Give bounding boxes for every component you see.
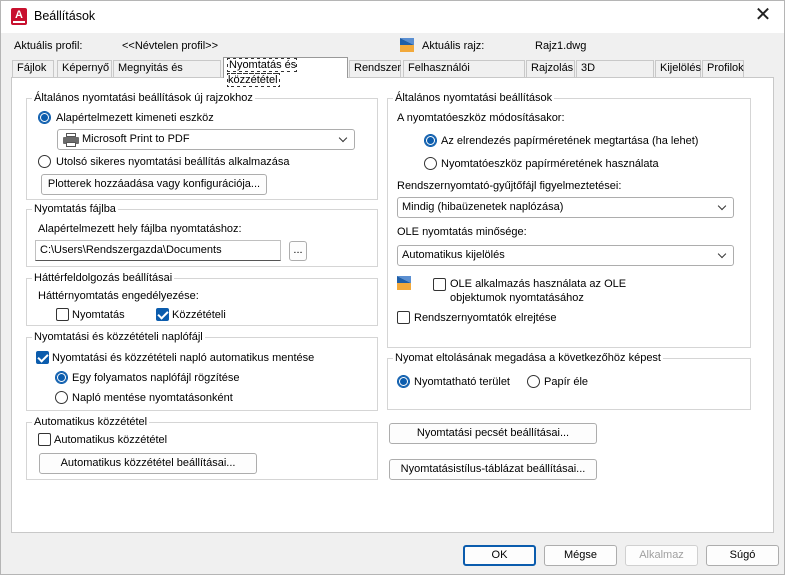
continuous-log-radio[interactable] xyxy=(55,371,68,384)
keep-layout-paper-radio[interactable] xyxy=(424,134,437,147)
use-device-paper-radio[interactable] xyxy=(424,157,437,170)
auto-publish-settings-button[interactable]: Automatikus közzététel beállításai... xyxy=(39,453,257,474)
current-profile-label: Aktuális profil: xyxy=(14,40,83,52)
last-successful-radio[interactable] xyxy=(38,155,51,168)
options-dialog: A Beállítások ✕ Aktuális profil: <<Névte… xyxy=(0,0,785,575)
group-plot-publish-log: Nyomtatási és közzétételi naplófájl Nyom… xyxy=(26,330,378,411)
group-title: Nyomat eltolásának megadása a következőh… xyxy=(393,351,663,365)
group-title: Automatikus közzététel xyxy=(32,415,150,429)
browse-button[interactable]: ... xyxy=(289,241,307,261)
chevron-down-icon xyxy=(718,246,728,265)
device-change-label: A nyomtatóeszköz módosításakor: xyxy=(397,112,565,124)
plot-file-location-input[interactable]: C:\Users\Rendszergazda\Documents xyxy=(35,240,281,261)
plot-style-table-settings-button[interactable]: Nyomtatásistílus-táblázat beállításai... xyxy=(389,459,597,480)
group-title: Nyomtatási és közzétételi naplófájl xyxy=(32,330,205,344)
tab-system[interactable]: Rendszer xyxy=(349,60,401,77)
spool-alert-value: Mindig (hibaüzenetek naplózása) xyxy=(402,201,564,213)
current-drawing-value: Rajz1.dwg xyxy=(535,40,587,52)
plot-publish-panel: Általános nyomtatási beállítások új rajz… xyxy=(11,77,774,533)
current-drawing-label: Aktuális rajz: xyxy=(422,40,485,52)
tab-selection[interactable]: Kijelölés xyxy=(655,60,701,77)
background-enable-label: Háttérnyomtatás engedélyezése: xyxy=(38,290,199,302)
ole-quality-value: Automatikus kijelölés xyxy=(402,249,505,261)
background-publish-checkbox[interactable] xyxy=(156,308,169,321)
group-general-plot-options: Általános nyomtatási beállítások A nyomt… xyxy=(387,91,751,348)
tab-profiles[interactable]: Profilok xyxy=(702,60,744,77)
auto-publish-label: Automatikus közzététel xyxy=(54,434,168,446)
background-publish-label: Közzétételi xyxy=(172,309,226,321)
plot-file-location-label: Alapértelmezett hely fájlba nyomtatáshoz… xyxy=(38,223,242,235)
tab-display[interactable]: Képernyő xyxy=(57,60,112,77)
window-title: Beállítások xyxy=(34,9,96,23)
tab-3d-modeling[interactable]: 3D modellezés xyxy=(576,60,654,89)
group-auto-publish: Automatikus közzététel Automatikus közzé… xyxy=(26,415,378,480)
default-output-label: Alapértelmezett kimeneti eszköz xyxy=(56,112,214,124)
tab-drafting[interactable]: Rajzolás xyxy=(526,60,575,77)
ole-app-icon xyxy=(397,276,411,290)
auto-save-log-label: Nyomtatási és közzétételi napló automati… xyxy=(52,352,315,364)
plot-stamp-settings-button[interactable]: Nyomtatási pecsét beállításai... xyxy=(389,423,597,444)
ok-button[interactable]: OK xyxy=(463,545,536,566)
group-new-drawing-plot-settings: Általános nyomtatási beállítások új rajz… xyxy=(26,91,378,200)
per-plot-log-label: Napló mentése nyomtatásonként xyxy=(72,392,233,404)
paper-edge-radio[interactable] xyxy=(527,375,540,388)
group-title: Nyomtatás fájlba xyxy=(32,202,118,216)
printable-area-radio[interactable] xyxy=(397,375,410,388)
help-button[interactable]: Súgó xyxy=(706,545,779,566)
group-plot-offset: Nyomat eltolásának megadása a következőh… xyxy=(387,351,751,410)
printer-icon xyxy=(63,133,79,147)
close-button[interactable]: ✕ xyxy=(750,5,776,27)
cancel-button[interactable]: Mégse xyxy=(544,545,617,566)
group-plot-to-file: Nyomtatás fájlba Alapértelmezett hely fá… xyxy=(26,202,378,267)
title-bar: A Beállítások ✕ xyxy=(1,1,784,33)
default-output-radio[interactable] xyxy=(38,111,51,124)
group-background-processing: Háttérfeldolgozás beállításai Háttérnyom… xyxy=(26,271,378,326)
auto-save-log-checkbox[interactable] xyxy=(36,351,49,364)
ole-app-label-line2: objektumok nyomtatásához xyxy=(450,292,584,304)
ole-app-label-line1: OLE alkalmazás használata az OLE xyxy=(450,278,627,290)
chevron-down-icon xyxy=(718,198,728,217)
autocad-app-icon: A xyxy=(11,8,27,25)
apply-button[interactable]: Alkalmaz xyxy=(625,545,698,566)
close-icon: ✕ xyxy=(754,4,772,26)
printable-area-label: Nyomtatható terület xyxy=(414,376,510,388)
output-device-select[interactable]: Microsoft Print to PDF xyxy=(57,129,355,150)
tab-user-preferences[interactable]: Felhasználói beállítások xyxy=(403,60,525,89)
spool-alert-label: Rendszernyomtató-gyűjtőfájl figyelmeztet… xyxy=(397,180,622,192)
tab-files[interactable]: Fájlok xyxy=(12,60,54,77)
last-successful-label: Utolsó sikeres nyomtatási beállítás alka… xyxy=(56,156,290,168)
hide-system-printers-label: Rendszernyomtatók elrejtése xyxy=(414,312,557,324)
current-profile-value: <<Névtelen profil>> xyxy=(122,40,219,52)
auto-publish-checkbox[interactable] xyxy=(38,433,51,446)
background-plot-checkbox[interactable] xyxy=(56,308,69,321)
tab-open-save[interactable]: Megnyitás és mentés xyxy=(113,60,221,89)
hide-system-printers-checkbox[interactable] xyxy=(397,311,410,324)
ole-quality-select[interactable]: Automatikus kijelölés xyxy=(397,245,734,266)
group-title: Általános nyomtatási beállítások xyxy=(393,91,555,105)
ole-quality-label: OLE nyomtatás minősége: xyxy=(397,226,527,238)
group-title: Háttérfeldolgozás beállításai xyxy=(32,271,175,285)
per-plot-log-radio[interactable] xyxy=(55,391,68,404)
group-title: Általános nyomtatási beállítások új rajz… xyxy=(32,91,255,105)
output-device-value: Microsoft Print to PDF xyxy=(82,133,190,145)
chevron-down-icon xyxy=(339,130,349,149)
ole-app-checkbox[interactable] xyxy=(433,278,446,291)
paper-edge-label: Papír éle xyxy=(544,376,589,388)
background-plot-label: Nyomtatás xyxy=(72,309,125,321)
use-device-paper-label: Nyomtatóeszköz papírméretének használata xyxy=(441,158,659,170)
continuous-log-label: Egy folyamatos naplófájl rögzítése xyxy=(72,372,240,384)
plotter-config-button[interactable]: Plotterek hozzáadása vagy konfigurációja… xyxy=(41,174,267,195)
spool-alert-select[interactable]: Mindig (hibaüzenetek naplózása) xyxy=(397,197,734,218)
tab-plot-publish[interactable]: Nyomtatás és közzététel xyxy=(223,57,348,87)
keep-layout-paper-label: Az elrendezés papírméretének megtartása … xyxy=(441,135,699,147)
drawing-icon xyxy=(400,38,414,52)
